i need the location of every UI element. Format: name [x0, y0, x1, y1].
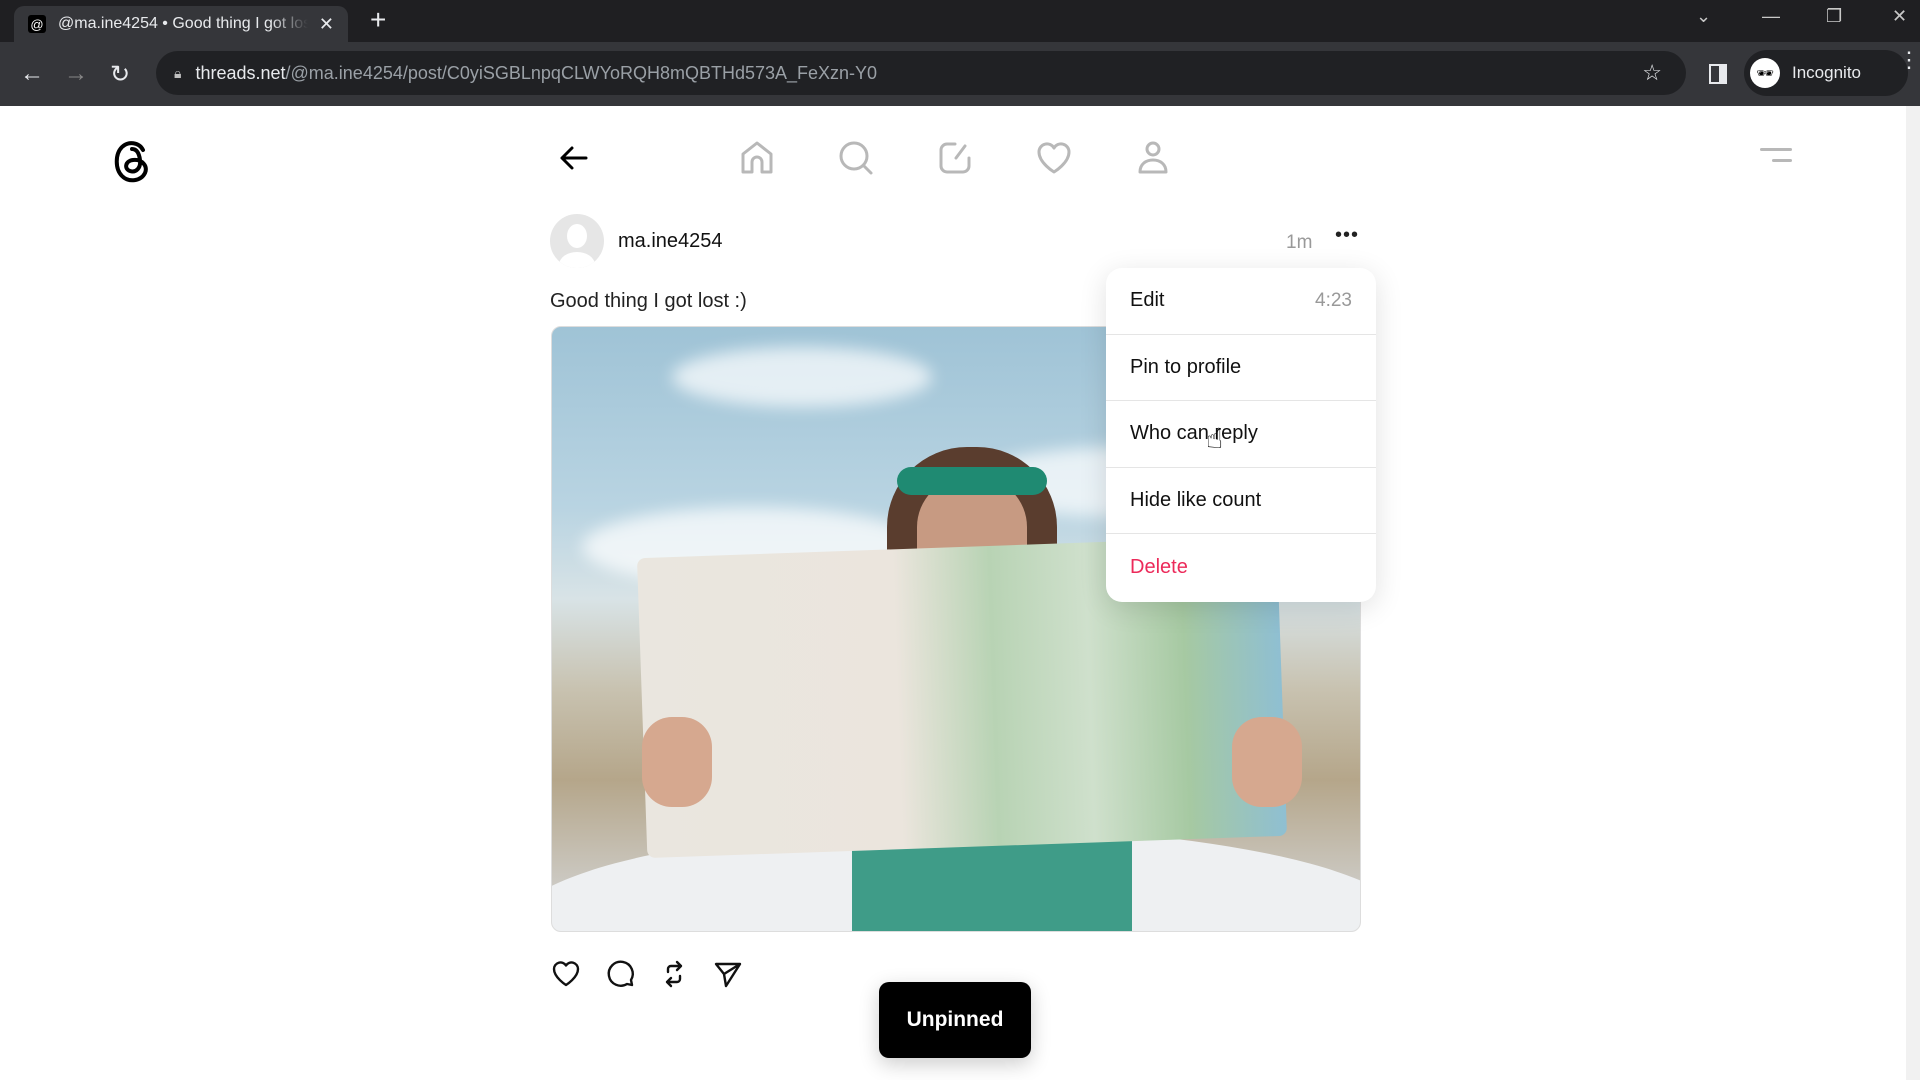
- post-caption: Good thing I got lost :): [550, 290, 747, 312]
- avatar[interactable]: [550, 214, 604, 268]
- side-panel-icon[interactable]: [1709, 64, 1727, 84]
- share-send-icon[interactable]: [712, 958, 744, 990]
- incognito-icon: 🕶︎: [1750, 58, 1780, 88]
- menu-item-pin-to-profile[interactable]: Pin to profile: [1106, 335, 1376, 401]
- hamburger-menu-icon[interactable]: [1760, 148, 1792, 170]
- minimize-button[interactable]: —: [1762, 6, 1780, 27]
- edit-time-remaining: 4:23: [1315, 289, 1352, 311]
- more-options-button[interactable]: •••: [1335, 224, 1359, 247]
- home-icon[interactable]: [737, 138, 777, 178]
- comment-icon[interactable]: [604, 958, 636, 990]
- browser-titlebar: @ @ma.ine4254 • Good thing I got lost :)…: [0, 0, 1920, 42]
- browser-back-icon[interactable]: ←: [20, 60, 44, 88]
- url-text: threads.net/@ma.ine4254/post/C0yiSGBLnpq…: [195, 62, 878, 83]
- browser-toolbar: ← → ↻ 🔒︎ threads.net/@ma.ine4254/post/C0…: [0, 42, 1920, 106]
- tab-close-button[interactable]: ✕: [319, 14, 334, 35]
- incognito-label: Incognito: [1792, 63, 1861, 82]
- hand-cursor-icon: ☝︎: [1206, 423, 1224, 454]
- repost-icon[interactable]: [658, 958, 690, 990]
- menu-item-label: Hide like count: [1130, 488, 1262, 511]
- like-heart-icon[interactable]: [550, 958, 582, 990]
- browser-menu-icon[interactable]: ⋮: [1898, 49, 1920, 71]
- lock-icon: 🔒︎: [174, 64, 182, 81]
- reload-icon[interactable]: ↻: [110, 60, 130, 89]
- menu-item-edit[interactable]: Edit 4:23: [1106, 268, 1376, 335]
- threads-logo-icon[interactable]: [110, 136, 154, 186]
- menu-item-who-can-reply[interactable]: Who can reply: [1106, 401, 1376, 468]
- threads-page: ma.ine4254 1m ••• Good thing I got lost …: [0, 106, 1920, 1080]
- compose-icon[interactable]: [935, 138, 975, 178]
- search-icon[interactable]: [836, 138, 876, 178]
- address-bar[interactable]: 🔒︎ threads.net/@ma.ine4254/post/C0yiSGBL…: [156, 51, 1686, 95]
- post-username[interactable]: ma.ine4254: [618, 230, 723, 253]
- menu-item-hide-like-count[interactable]: Hide like count: [1106, 468, 1376, 534]
- menu-item-label: Edit: [1130, 289, 1165, 312]
- threads-favicon-icon: @: [28, 15, 46, 33]
- toast-notification: Unpinned: [879, 982, 1031, 1058]
- profile-icon[interactable]: [1133, 138, 1173, 178]
- browser-tab[interactable]: @ @ma.ine4254 • Good thing I got lost :)…: [14, 6, 348, 42]
- menu-item-label: Pin to profile: [1130, 355, 1242, 378]
- post-options-menu: Edit 4:23 Pin to profile Who can reply H…: [1106, 268, 1376, 602]
- activity-heart-icon[interactable]: [1034, 138, 1074, 178]
- new-tab-button[interactable]: +: [370, 4, 386, 36]
- tab-search-button[interactable]: ⌄: [1696, 6, 1711, 27]
- restore-button[interactable]: ❐: [1826, 6, 1842, 27]
- browser-forward-icon[interactable]: →: [64, 60, 88, 88]
- bookmark-star-icon[interactable]: ☆: [1642, 60, 1662, 86]
- page-scrollbar[interactable]: [1906, 106, 1920, 1080]
- menu-item-label: Delete: [1130, 555, 1188, 578]
- back-arrow-icon[interactable]: [556, 140, 592, 176]
- post-timestamp: 1m: [1286, 232, 1313, 253]
- window-close-button[interactable]: ✕: [1892, 6, 1907, 27]
- menu-item-label: Who can reply: [1130, 422, 1258, 445]
- incognito-profile-button[interactable]: 🕶︎ Incognito: [1744, 50, 1908, 96]
- post-actions: [550, 958, 744, 990]
- menu-item-delete[interactable]: Delete: [1106, 534, 1376, 601]
- tab-title: @ma.ine4254 • Good thing I got lost :): [58, 15, 308, 32]
